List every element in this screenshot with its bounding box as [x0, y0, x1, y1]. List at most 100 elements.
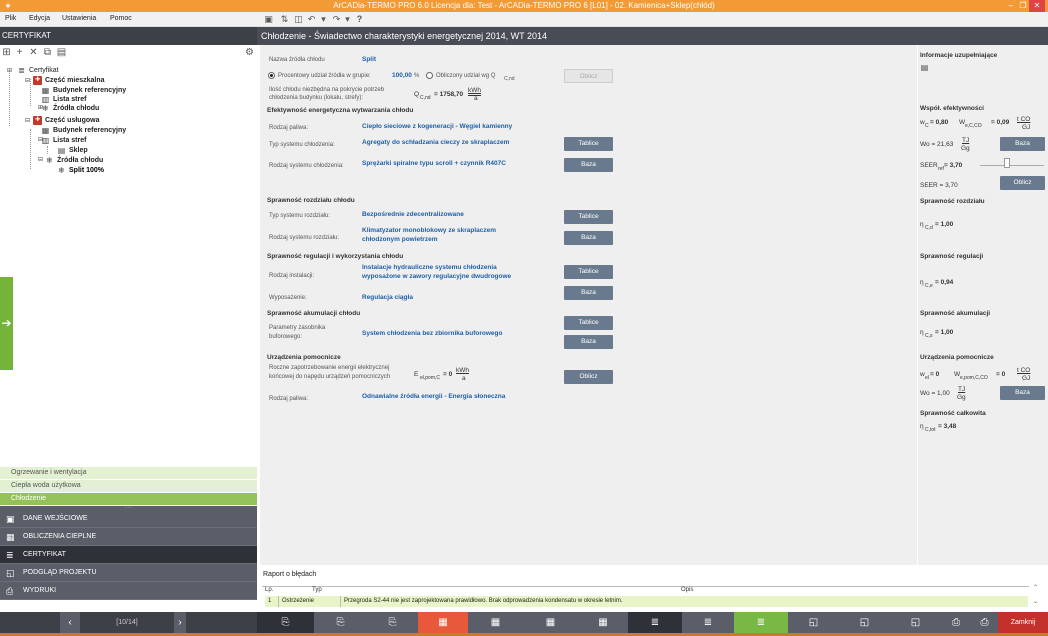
collapse-icon[interactable]: ⊟: [23, 117, 32, 126]
scroll-up-icon[interactable]: ⌃: [1033, 584, 1038, 591]
wc-symbol: w: [920, 119, 925, 126]
menu-plik[interactable]: Plik: [3, 14, 18, 23]
percent-value[interactable]: 100,00: [392, 72, 412, 80]
table-row[interactable]: 1: [265, 596, 278, 607]
calculate-share-button[interactable]: Oblicz: [564, 69, 613, 83]
redo-icon[interactable]: ↷: [331, 13, 342, 25]
tree-item-lista-stref[interactable]: Lista stref: [53, 95, 86, 104]
nav-input-3-icon[interactable]: ⎘: [367, 612, 418, 633]
oblicz-button[interactable]: Oblicz: [564, 370, 613, 384]
baza-button[interactable]: Baza: [1000, 137, 1045, 151]
tree-item-zrodla-chlodu[interactable]: Źródła chłodu: [53, 104, 99, 113]
tree-item-czesc-mieszkalna[interactable]: Część mieszkalna: [45, 76, 105, 85]
nav-calc-icon[interactable]: ▦: [418, 612, 468, 633]
subtab-ogrzewanie[interactable]: Ogrzewanie i wentylacja: [0, 467, 257, 479]
subtab-chlodzenie[interactable]: Chłodzenie: [0, 493, 257, 505]
redo-dropdown-icon[interactable]: ▾: [342, 13, 353, 25]
system-kind-value[interactable]: Sprężarki spiralne typu scroll + czynnik…: [362, 160, 506, 168]
collapse-icon[interactable]: ⊟: [23, 77, 32, 86]
installation-value-2[interactable]: wyposażone w zawory regulacyjne dwudrogo…: [362, 273, 511, 281]
radio-calculated[interactable]: [426, 72, 433, 79]
dist-kind-value-1[interactable]: Klimatyzator monoblokowy ze skraplaczem: [362, 227, 496, 235]
baza-button[interactable]: Baza: [564, 286, 613, 300]
restore-button[interactable]: ❐: [1017, 0, 1029, 12]
delete-icon[interactable]: ✕: [28, 47, 39, 58]
installation-value-1[interactable]: Instalacje hydrauliczne systemu chłodzen…: [362, 264, 497, 272]
nav-podglad-projektu[interactable]: ◱ PODGLĄD PROJEKTU: [0, 564, 257, 582]
fuel-value[interactable]: Ciepło sieciowe z kogeneracji - Węgiel k…: [362, 123, 512, 131]
baza-button[interactable]: Baza: [1000, 386, 1045, 400]
tree-item-lista-stref-2[interactable]: Lista stref: [53, 136, 86, 145]
nav-input-2-icon[interactable]: ⎘: [314, 612, 367, 633]
next-page-icon[interactable]: ›: [174, 612, 186, 633]
collapse-icon[interactable]: ⊟: [36, 156, 45, 165]
aux-fuel-value[interactable]: Odnawialne źródła energii - Energia słon…: [362, 393, 505, 401]
baza-button[interactable]: Baza: [564, 158, 613, 172]
minimize-button[interactable]: –: [1005, 0, 1017, 12]
nav-preview-3-icon[interactable]: ◱: [890, 612, 941, 633]
nav-cert-2-icon[interactable]: ≣: [682, 612, 734, 633]
copy-icon[interactable]: ⧉: [42, 47, 53, 58]
help-icon[interactable]: ?: [354, 13, 365, 25]
print-icon[interactable]: ⎙: [941, 612, 971, 633]
tablice-button[interactable]: Tablice: [564, 316, 613, 330]
settings-icon[interactable]: ⚙: [244, 47, 255, 58]
menu-pomoc[interactable]: Pomoc: [108, 14, 134, 23]
baza-button[interactable]: Baza: [564, 231, 613, 245]
nav-calc-3-icon[interactable]: ▦: [523, 612, 578, 633]
nav-cert-3-icon[interactable]: ≣: [734, 612, 788, 633]
tank-value[interactable]: System chłodzenia bez zbiornika buforowe…: [362, 330, 503, 338]
tablice-button[interactable]: Tablice: [564, 137, 613, 151]
nav-preview-icon[interactable]: ◱: [788, 612, 839, 633]
seer-slider-handle[interactable]: [1004, 158, 1010, 168]
nav-calc-2-icon[interactable]: ▦: [468, 612, 523, 633]
undo-icon[interactable]: ↶: [306, 13, 317, 25]
prev-page-icon[interactable]: ‹: [60, 612, 80, 633]
baza-button[interactable]: Baza: [564, 335, 613, 349]
nav-input-icon[interactable]: ⎘: [257, 612, 314, 633]
nav-obliczenia-cieplne[interactable]: ▦ OBLICZENIA CIEPLNE: [0, 528, 257, 546]
seer-slider-track[interactable]: [980, 165, 1044, 166]
tree-item-sklep[interactable]: Sklep: [69, 146, 88, 155]
nav-dane-wejsciowe[interactable]: ▣ DANE WEJŚCIOWE: [0, 510, 257, 528]
table-row[interactable]: Przegroda S2-44 nie jest zaprojektowana …: [340, 596, 1028, 607]
undo-dropdown-icon[interactable]: ▾: [318, 13, 329, 25]
tablice-button[interactable]: Tablice: [564, 265, 613, 279]
collapse-panel-arrow-icon[interactable]: ➔: [0, 277, 13, 370]
tree-item-budynek-referencyjny[interactable]: Budynek referencyjny: [53, 86, 126, 95]
collapse-icon[interactable]: ⊟: [5, 67, 14, 76]
refresh-icon[interactable]: ⇅: [279, 13, 290, 25]
tree-item-zrodla-chlodu-2[interactable]: Źródła chłodu: [57, 156, 103, 165]
view-icon[interactable]: ◫: [293, 13, 304, 25]
info-icon[interactable]: ▤: [920, 63, 929, 72]
nav-cert-icon[interactable]: ≣: [628, 612, 682, 633]
save-icon[interactable]: ▣: [263, 13, 274, 25]
table-row[interactable]: Ostrzeżenie: [278, 596, 340, 607]
tree-item-certyfikat[interactable]: Certyfikat: [29, 66, 59, 75]
nav-preview-2-icon[interactable]: ◱: [839, 612, 890, 633]
add-element-icon[interactable]: ⊞: [1, 47, 12, 58]
subtab-cwu[interactable]: Ciepła woda użytkowa: [0, 480, 257, 492]
nav-wydruki[interactable]: ⎙ WYDRUKI: [0, 582, 257, 600]
radio-percent[interactable]: [268, 72, 275, 79]
close-window-button[interactable]: ✕: [1029, 0, 1045, 12]
system-type-value[interactable]: Agregaty do schładzania cieczy ze skrapl…: [362, 139, 509, 147]
scroll-down-icon[interactable]: ⌄: [1033, 598, 1038, 605]
print-2-icon[interactable]: ⎙: [971, 612, 998, 633]
tree-item-budynek-referencyjny-2[interactable]: Budynek referencyjny: [53, 126, 126, 135]
nav-calc-4-icon[interactable]: ▦: [578, 612, 628, 633]
nav-certyfikat[interactable]: ≣ CERTYFIKAT: [0, 546, 257, 564]
menu-ustawienia[interactable]: Ustawienia: [60, 14, 98, 23]
tree-item-split[interactable]: Split 100%: [69, 166, 104, 175]
close-app-button[interactable]: Zamknij: [998, 612, 1048, 633]
dist-kind-value-2[interactable]: chłodzonym powietrzem: [362, 236, 437, 244]
paste-icon[interactable]: ▤: [56, 47, 67, 58]
menu-edycja[interactable]: Edycja: [27, 14, 52, 23]
oblicz-button[interactable]: Oblicz: [1000, 176, 1045, 190]
name-value[interactable]: Split: [362, 56, 376, 64]
plus-icon[interactable]: +: [14, 47, 25, 58]
dist-type-value[interactable]: Bezpośrednie zdecentralizowane: [362, 211, 464, 219]
equipment-value[interactable]: Regulacja ciągła: [362, 294, 413, 302]
tablice-button[interactable]: Tablice: [564, 210, 613, 224]
tree-item-czesc-uslugowa[interactable]: Część usługowa: [45, 116, 99, 125]
